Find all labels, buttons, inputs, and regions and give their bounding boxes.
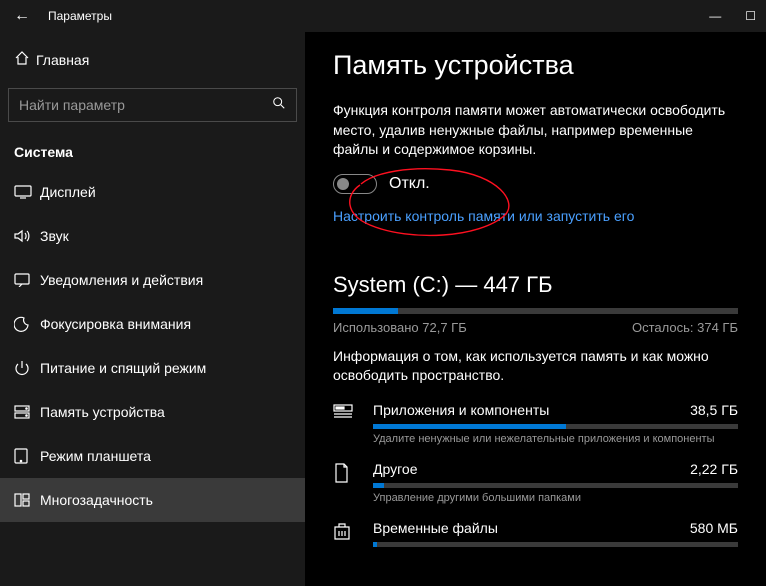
- search-input[interactable]: [19, 97, 272, 113]
- storage-category[interactable]: Временные файлы 580 МБ: [333, 520, 738, 547]
- sidebar-item-notifications[interactable]: Уведомления и действия: [0, 258, 305, 302]
- storage-category[interactable]: Другое 2,22 ГБ Управление другими большими…: [333, 461, 738, 504]
- sidebar-item-label: Дисплей: [40, 184, 96, 200]
- category-bar: [373, 483, 738, 488]
- sidebar-item-label: Память устройства: [40, 404, 165, 420]
- sidebar-item-label: Режим планшета: [40, 448, 151, 464]
- drive-used-label: Использовано 72,7 ГБ: [333, 320, 467, 335]
- sidebar-item-display[interactable]: Дисплей: [0, 170, 305, 214]
- category-size: 580 МБ: [690, 520, 738, 536]
- storage-icon: [14, 405, 40, 419]
- category-icon: [333, 461, 357, 488]
- sidebar-item-multitask[interactable]: Многозадачность: [0, 478, 305, 522]
- toggle-knob: [337, 178, 349, 190]
- tablet-icon: [14, 448, 40, 464]
- category-icon: [333, 520, 357, 545]
- sidebar-item-storage[interactable]: Память устройства: [0, 390, 305, 434]
- drive-title: System (C:) — 447 ГБ: [333, 272, 738, 298]
- search-box[interactable]: [8, 88, 297, 122]
- sidebar-item-label: Питание и спящий режим: [40, 360, 206, 376]
- storage-sense-toggle[interactable]: [333, 174, 377, 194]
- drive-free-label: Осталось: 374 ГБ: [632, 320, 738, 335]
- category-name: Другое: [373, 461, 417, 477]
- back-button[interactable]: ←: [10, 7, 34, 25]
- sound-icon: [14, 229, 40, 243]
- sidebar-item-label: Фокусировка внимания: [40, 316, 191, 332]
- home-button[interactable]: Главная: [0, 42, 305, 78]
- minimize-button[interactable]: ―: [709, 9, 721, 23]
- window-title: Параметры: [48, 9, 112, 23]
- category-name: Временные файлы: [373, 520, 498, 536]
- display-icon: [14, 185, 40, 199]
- storage-category[interactable]: Приложения и компоненты 38,5 ГБ Удалите не…: [333, 402, 738, 445]
- focus-icon: [14, 316, 40, 332]
- notifications-icon: [14, 273, 40, 287]
- configure-storage-sense-link[interactable]: Настроить контроль памяти или запустить …: [333, 208, 634, 224]
- category-icon: [333, 402, 357, 425]
- page-title: Память устройства: [333, 50, 738, 81]
- home-label: Главная: [36, 52, 89, 68]
- sidebar-item-power[interactable]: Питание и спящий режим: [0, 346, 305, 390]
- sidebar-item-label: Многозадачность: [40, 492, 153, 508]
- category-sub: Управление другими большими папками: [373, 492, 738, 504]
- sidebar: Главная Система Дисплей Звук Уведомления и…: [0, 32, 305, 586]
- category-bar: [373, 542, 738, 547]
- home-icon: [14, 50, 36, 70]
- category-size: 2,22 ГБ: [690, 461, 738, 477]
- sidebar-item-label: Звук: [40, 228, 69, 244]
- sidebar-item-focus[interactable]: Фокусировка внимания: [0, 302, 305, 346]
- storage-sense-desc: Функция контроля памяти может автоматиче…: [333, 101, 738, 160]
- category-sub: Удалите ненужные или нежелательные прило…: [373, 433, 738, 445]
- sidebar-item-label: Уведомления и действия: [40, 272, 203, 288]
- section-label: Система: [0, 122, 305, 170]
- category-bar: [373, 424, 738, 429]
- maximize-button[interactable]: ☐: [745, 9, 756, 23]
- category-name: Приложения и компоненты: [373, 402, 549, 418]
- main-content: Память устройства Функция контроля памят…: [305, 32, 766, 586]
- category-size: 38,5 ГБ: [690, 402, 738, 418]
- drive-desc: Информация о том, как используется памят…: [333, 347, 738, 386]
- multitask-icon: [14, 493, 40, 507]
- search-icon: [272, 96, 286, 115]
- sidebar-item-sound[interactable]: Звук: [0, 214, 305, 258]
- power-icon: [14, 360, 40, 376]
- drive-usage-bar: [333, 308, 738, 314]
- toggle-state-label: Откл.: [389, 175, 430, 193]
- sidebar-item-tablet[interactable]: Режим планшета: [0, 434, 305, 478]
